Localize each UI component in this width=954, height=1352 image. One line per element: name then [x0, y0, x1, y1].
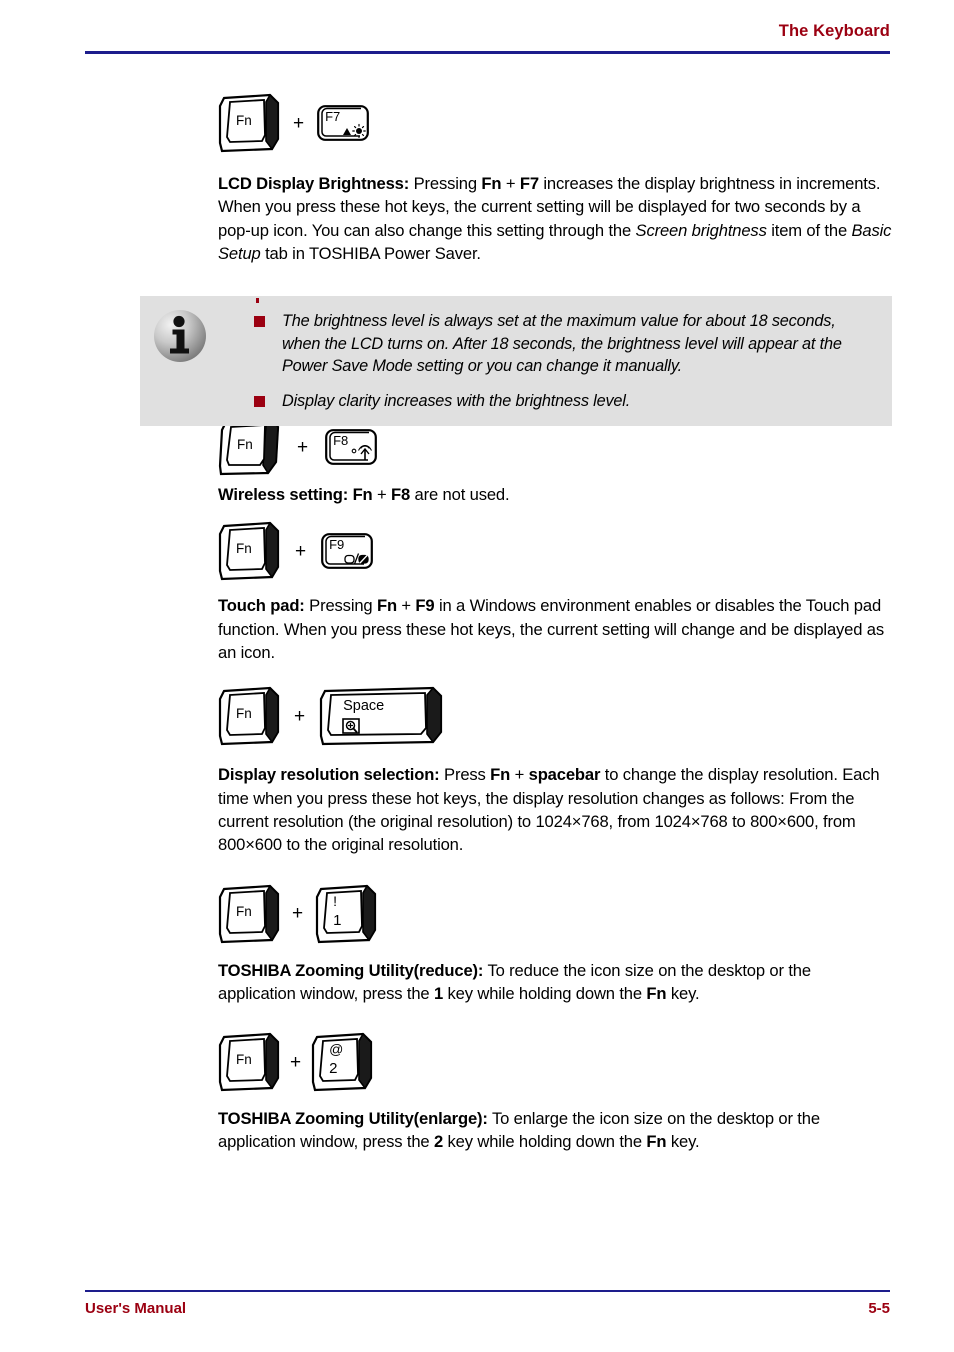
paragraph-heading: Touch pad:: [218, 596, 305, 616]
key-fn: Fn: [218, 521, 280, 582]
touchpad-toggle-icon: [344, 552, 371, 571]
key-fn: Fn: [218, 686, 280, 747]
note-list-item: Display clarity increases with the brigh…: [252, 390, 876, 413]
key-space-label: Space: [343, 698, 385, 715]
key-2-label: 2: [329, 1060, 338, 1078]
note-bullet-icon: [254, 395, 265, 407]
key-fn-label: Fn: [236, 903, 252, 919]
paragraph-touch-pad: Touch pad: Pressing Fn + F9 in a Windows…: [218, 594, 892, 664]
footer-manual-label: User's Manual: [85, 1300, 187, 1317]
paragraph-heading: LCD Display Brightness:: [218, 174, 410, 193]
key-fn-label: Fn: [236, 541, 252, 557]
keycombo-fn-f7: Fn + F7: [218, 86, 892, 160]
header-title: The Keyboard: [778, 22, 890, 40]
key-2: @ 2: [311, 1032, 374, 1093]
note-list: The brightness level is always set at th…: [252, 310, 876, 412]
key-fn: Fn: [218, 93, 280, 153]
plus-sign: +: [297, 436, 309, 458]
plus-sign: +: [290, 1051, 302, 1073]
header-rule: [85, 51, 890, 54]
paragraph-heading: Wireless setting:: [218, 485, 349, 505]
note-list-item: The brightness level is always set at th…: [252, 310, 876, 378]
footer-page-number: 5-5: [868, 1300, 890, 1317]
keycombo-fn-space: Fn + Space: [218, 680, 892, 752]
wireless-icon: [351, 445, 375, 467]
paragraph-heading: TOSHIBA Zooming Utility(reduce):: [218, 960, 484, 980]
key-fn-label: Fn: [236, 113, 252, 128]
page-footer: User's Manual 5-5: [85, 1290, 890, 1324]
paragraph-wireless-setting: Wireless setting: Fn + F8 are not used.: [218, 483, 892, 506]
paragraph-lcd-brightness: LCD Display Brightness: Pressing Fn + F7…: [218, 172, 892, 265]
key-f7-label: F7: [325, 109, 341, 124]
key-fn-label: Fn: [236, 1052, 252, 1068]
info-icon: [152, 308, 208, 364]
key-1: ! 1: [315, 883, 378, 944]
key-f7: F7: [317, 105, 370, 143]
key-fn: Fn: [218, 883, 280, 944]
keycombo-fn-1: Fn + ! 1: [218, 879, 892, 949]
key-1-label: 1: [333, 911, 342, 929]
plus-sign: +: [295, 540, 307, 562]
plus-sign: +: [292, 903, 304, 925]
key-fn: Fn: [218, 418, 280, 477]
key-f8: F8: [325, 429, 378, 467]
keycombo-fn-f9: Fn + F9: [218, 520, 892, 582]
note-bullet-icon: [254, 316, 265, 327]
key-fn-label: Fn: [237, 437, 253, 453]
key-f8-label: F8: [333, 433, 349, 449]
note-item-text: The brightness level is always set at th…: [282, 312, 842, 376]
note-box: The brightness level is always set at th…: [140, 296, 892, 427]
resolution-zoom-icon: [342, 718, 362, 736]
key-fn: Fn: [218, 1032, 280, 1093]
keycombo-fn-2: Fn + @ 2: [218, 1027, 892, 1097]
key-space: Space: [319, 686, 444, 747]
page-header: The Keyboard: [85, 22, 890, 56]
key-f9: F9: [321, 533, 374, 571]
footer-rule: [85, 1290, 890, 1292]
key-1-shift-label: !: [333, 892, 337, 909]
key-f9-label: F9: [329, 537, 345, 553]
paragraph-zooming-reduce: TOSHIBA Zooming Utility(reduce): To redu…: [218, 959, 892, 1006]
paragraph-display-resolution: Display resolution selection: Press Fn +…: [218, 763, 892, 856]
paragraph-heading: TOSHIBA Zooming Utility(enlarge):: [218, 1109, 488, 1129]
brightness-up-icon: [341, 123, 367, 143]
paragraph-heading: Display resolution selection:: [218, 765, 440, 785]
key-2-shift-label: @: [329, 1041, 344, 1058]
plus-sign: +: [294, 705, 306, 727]
paragraph-zooming-enlarge: TOSHIBA Zooming Utility(enlarge): To enl…: [218, 1107, 892, 1154]
page-content: Fn + F7 LCD Display Brightness: Pressing…: [218, 86, 892, 1154]
manual-page: The Keyboard Fn + F7 LCD Display Brightn…: [0, 0, 954, 1352]
key-fn-label: Fn: [236, 706, 252, 722]
paragraph-text: Pressing Fn + F9 in a Windows environmen…: [218, 596, 885, 663]
note-item-text: Display clarity increases with the brigh…: [282, 391, 631, 410]
plus-sign: +: [293, 112, 305, 134]
paragraph-text: Fn + F8 are not used.: [352, 485, 510, 505]
